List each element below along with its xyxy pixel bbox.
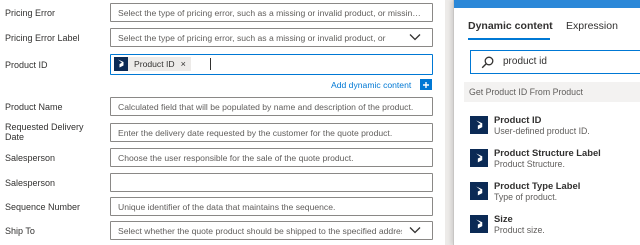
- dynamic-item-product-id[interactable]: Product ID User-defined product ID.: [470, 113, 640, 143]
- salesperson-input-2[interactable]: [110, 173, 433, 192]
- panel-header-bar: [454, 0, 640, 8]
- product-id-token[interactable]: Product ID ×: [114, 57, 191, 71]
- chevron-down-icon: [409, 34, 421, 41]
- item-title: Product ID: [494, 114, 542, 125]
- field-label: Salesperson: [5, 178, 56, 188]
- field-placeholder: Unique identifier of the data that maint…: [118, 202, 336, 212]
- salesperson-input[interactable]: Choose the user responsible for the sale…: [110, 148, 433, 167]
- sequence-number-input[interactable]: Unique identifier of the data that maint…: [110, 197, 433, 216]
- row-requested-delivery-date: Requested Delivery Date Enter the delive…: [0, 122, 445, 146]
- row-product-name: Product Name Calculated field that will …: [0, 97, 445, 117]
- action-form: Pricing Error Select the type of pricing…: [0, 0, 445, 245]
- token-label: Product ID: [134, 59, 175, 69]
- pricing-error-dropdown[interactable]: Select the type of pricing error, such a…: [110, 3, 433, 22]
- group-header: Get Product ID From Product: [464, 82, 640, 102]
- dynamics-logo-icon: [114, 57, 128, 71]
- dynamics-logo-icon: [470, 116, 488, 134]
- search-icon: [481, 56, 494, 69]
- field-label: Pricing Error Label: [5, 33, 80, 43]
- item-title: Product Type Label: [494, 180, 581, 191]
- row-sequence-number: Sequence Number Unique identifier of the…: [0, 197, 445, 217]
- field-placeholder: Select the type of pricing error, such a…: [118, 33, 386, 43]
- tab-dynamic-content[interactable]: Dynamic content: [468, 20, 553, 32]
- requested-delivery-date-input[interactable]: Enter the delivery date requested by the…: [110, 123, 433, 142]
- dynamic-content-panel: Dynamic content Expression product id Ge…: [453, 0, 640, 245]
- add-dynamic-content-link[interactable]: Add dynamic content: [331, 80, 411, 90]
- field-placeholder: Choose the user responsible for the sale…: [118, 153, 354, 163]
- ship-to-dropdown[interactable]: Select whether the quote product should …: [110, 221, 433, 240]
- pane-divider: [445, 0, 453, 245]
- field-label: Salesperson: [5, 153, 56, 163]
- row-product-id: Product ID Product ID ×: [0, 54, 445, 76]
- field-placeholder: Calculated field that will be populated …: [118, 102, 414, 112]
- item-title: Size: [494, 213, 513, 224]
- field-label: Pricing Error: [5, 8, 56, 18]
- field-label: Product Name: [5, 102, 63, 112]
- field-placeholder: Select whether the quote product should …: [118, 226, 402, 236]
- item-description: Product size.: [494, 225, 545, 235]
- row-pricing-error-label: Pricing Error Label Select the type of p…: [0, 28, 445, 48]
- product-id-field[interactable]: Product ID ×: [110, 54, 433, 75]
- field-label: Product ID: [5, 60, 48, 70]
- dynamics-logo-icon: [470, 182, 488, 200]
- search-input[interactable]: product id: [503, 56, 547, 67]
- pricing-error-label-dropdown[interactable]: Select the type of pricing error, such a…: [110, 28, 433, 47]
- tab-expression[interactable]: Expression: [566, 20, 618, 32]
- dynamic-content-search[interactable]: product id: [470, 50, 640, 74]
- field-label: Sequence Number: [5, 202, 81, 212]
- dynamic-item-size[interactable]: Size Product size.: [470, 212, 640, 242]
- active-tab-indicator: [468, 38, 550, 40]
- dynamics-logo-icon: [470, 149, 488, 167]
- plus-icon[interactable]: [420, 79, 432, 90]
- row-salesperson-2: Salesperson: [0, 173, 445, 193]
- dynamic-item-product-structure-label[interactable]: Product Structure Label Product Structur…: [470, 146, 640, 176]
- field-placeholder: Select the type of pricing error, such a…: [118, 8, 424, 18]
- item-description: Type of product.: [494, 192, 558, 202]
- row-pricing-error: Pricing Error Select the type of pricing…: [0, 3, 445, 23]
- dynamic-item-product-type-label[interactable]: Product Type Label Type of product.: [470, 179, 640, 209]
- field-label: Requested Delivery Date: [5, 122, 84, 142]
- dynamics-logo-icon: [470, 215, 488, 233]
- row-ship-to: Ship To Select whether the quote product…: [0, 221, 445, 241]
- remove-token-icon[interactable]: ×: [181, 59, 186, 69]
- field-label: Ship To: [5, 226, 35, 236]
- item-description: Product Structure.: [494, 159, 565, 169]
- item-description: User-defined product ID.: [494, 126, 590, 136]
- field-placeholder: Enter the delivery date requested by the…: [118, 128, 393, 138]
- panel-tabs: Dynamic content Expression: [454, 12, 640, 42]
- chevron-down-icon: [409, 227, 421, 234]
- product-name-input[interactable]: Calculated field that will be populated …: [110, 97, 433, 116]
- text-cursor: [210, 58, 211, 70]
- row-salesperson: Salesperson Choose the user responsible …: [0, 148, 445, 168]
- item-title: Product Structure Label: [494, 147, 601, 158]
